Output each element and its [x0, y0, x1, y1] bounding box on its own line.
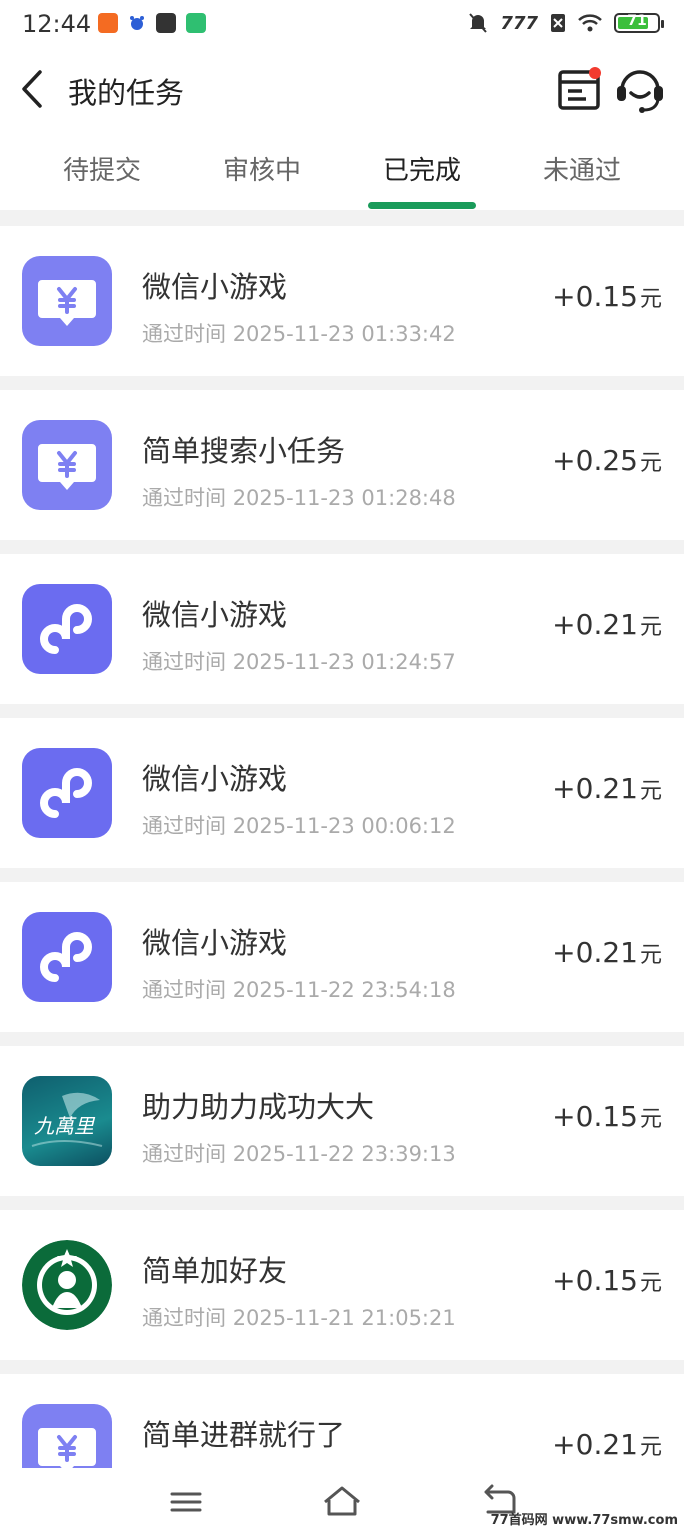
task-card[interactable]: 简单加好友 通过时间 2025-11-21 21:05:21 +0.15元 [0, 1210, 684, 1360]
task-time: 通过时间 2025-11-22 23:39:13 [142, 1142, 456, 1166]
task-card[interactable]: 微信小游戏 通过时间 2025-11-23 00:06:12 +0.21元 [0, 718, 684, 868]
task-card[interactable]: 九萬里 助力助力成功大大 通过时间 2025-11-22 23:39:13 +0… [0, 1046, 684, 1196]
task-title: 简单加好友 [142, 1254, 288, 1288]
task-list-button[interactable] [556, 62, 604, 114]
task-time: 通过时间 2025-11-23 00:06:12 [142, 814, 456, 838]
home-icon [324, 1486, 360, 1516]
menu-button[interactable] [164, 1482, 208, 1522]
task-list-icon [558, 67, 601, 110]
baidu-notification-icon [127, 13, 147, 33]
sim-off-icon [551, 14, 565, 32]
taobao-notification-icon [98, 13, 118, 33]
system-nav-bar: 77首码网 www.77smw.com [0, 1468, 684, 1532]
back-arrow-icon [22, 70, 42, 108]
back-button[interactable] [14, 64, 54, 114]
task-reward: +0.25元 [552, 444, 662, 477]
yuan-chat-icon [22, 256, 112, 346]
task-reward: +0.21元 [552, 772, 662, 805]
task-time: 通过时间 2025-11-22 23:54:18 [142, 978, 456, 1002]
task-time: 通过时间 2025-11-23 01:33:42 [142, 322, 456, 346]
jiuwanli-logo: 九萬里 [22, 1076, 112, 1166]
mini-program-icon [22, 748, 112, 838]
network-label: 777 [500, 12, 538, 34]
menu-icon [170, 1492, 202, 1512]
status-time: 12:44 [22, 10, 92, 38]
wifi-icon [578, 14, 602, 32]
task-title: 微信小游戏 [142, 926, 288, 960]
task-time: 通过时间 2025-11-21 21:05:21 [142, 1306, 456, 1330]
task-title: 微信小游戏 [142, 270, 288, 304]
task-card[interactable]: 微信小游戏 通过时间 2025-11-22 23:54:18 +0.21元 [0, 882, 684, 1032]
task-reward: +0.21元 [552, 608, 662, 641]
task-reward: +0.21元 [552, 936, 662, 969]
task-reward: +0.15元 [552, 280, 662, 313]
battery-level: 71 [627, 13, 647, 29]
message-notification-icon [156, 13, 176, 33]
task-reward: +0.15元 [552, 1264, 662, 1297]
task-title: 简单搜索小任务 [142, 434, 346, 468]
task-title: 助力助力成功大大 [142, 1090, 375, 1124]
task-card[interactable]: 微信小游戏 通过时间 2025-11-23 01:24:57 +0.21元 [0, 554, 684, 704]
task-card[interactable]: 微信小游戏 通过时间 2025-11-23 01:33:42 +0.15元 [0, 226, 684, 376]
task-title: 微信小游戏 [142, 762, 288, 796]
yuan-chat-icon [22, 420, 112, 510]
mini-program-icon [22, 912, 112, 1002]
notification-dot [589, 67, 601, 79]
watermark: 77首码网 www.77smw.com [490, 1513, 678, 1528]
headset-icon [617, 70, 663, 113]
task-card[interactable]: 简单进群就行了 +0.21元 [0, 1374, 684, 1468]
task-title: 微信小游戏 [142, 598, 288, 632]
tab-under-review[interactable]: 审核中 [182, 150, 342, 187]
status-bar: 12:44 777 71 [0, 0, 684, 52]
task-reward: +0.21元 [552, 1428, 662, 1461]
jiuwanli-logo-text: 九萬里 [34, 1114, 94, 1138]
task-reward: +0.15元 [552, 1100, 662, 1133]
task-time: 通过时间 2025-11-23 01:28:48 [142, 486, 456, 510]
tab-completed[interactable]: 已完成 [342, 150, 502, 187]
iqiyi-notification-icon [186, 13, 206, 33]
customer-service-button[interactable] [614, 62, 666, 114]
task-time: 通过时间 2025-11-23 01:24:57 [142, 650, 456, 674]
task-title: 简单进群就行了 [142, 1418, 346, 1452]
home-button[interactable] [320, 1482, 364, 1522]
mini-program-icon [22, 584, 112, 674]
page-title: 我的任务 [68, 76, 185, 110]
tab-rejected[interactable]: 未通过 [502, 150, 662, 187]
task-status-tabs: 待提交 审核中 已完成 未通过 [0, 128, 684, 210]
task-card[interactable]: 简单搜索小任务 通过时间 2025-11-23 01:28:48 +0.25元 [0, 390, 684, 540]
app-header: 我的任务 [0, 52, 684, 128]
yuan-chat-icon [22, 1404, 112, 1468]
starbucks-logo [22, 1240, 112, 1330]
status-right-group: 777 71 [468, 12, 664, 34]
active-tab-indicator [368, 202, 476, 209]
mute-bell-icon [469, 13, 488, 33]
battery-icon: 71 [614, 13, 664, 33]
tab-pending-submit[interactable]: 待提交 [22, 150, 182, 187]
